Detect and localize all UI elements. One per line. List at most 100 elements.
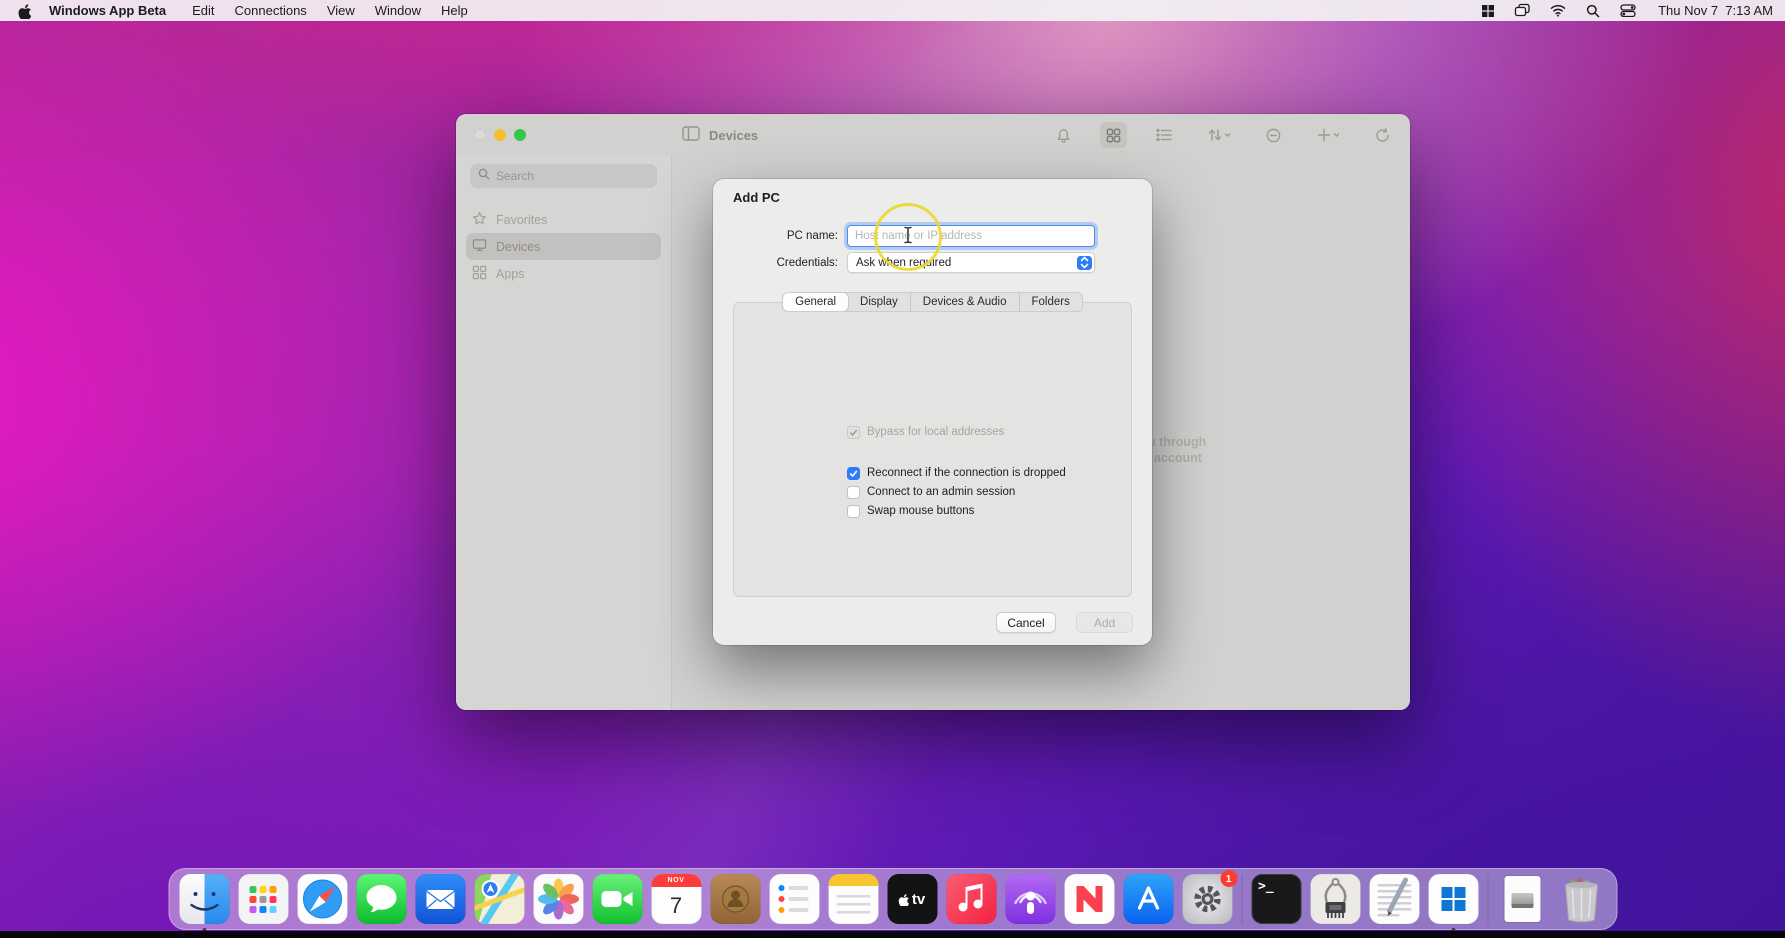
bypass-checkbox-row: Bypass for local addresses	[847, 425, 1004, 439]
swap-mouse-checkbox[interactable]	[847, 505, 860, 518]
dock-reminders-icon[interactable]	[769, 874, 819, 924]
sidebar-item-label: Apps	[496, 267, 525, 281]
dock-disk-image-file-icon[interactable]	[1497, 874, 1547, 924]
dock-trash-icon[interactable]	[1556, 874, 1606, 924]
dock-safari-icon[interactable]	[297, 874, 347, 924]
sidebar-item-label: Favorites	[496, 213, 547, 227]
dock-calendar-icon[interactable]: NOV 7	[651, 874, 701, 924]
spotlight-search-icon[interactable]	[1584, 2, 1601, 19]
terminal-prompt: >_	[1258, 879, 1274, 894]
calendar-month: NOV	[651, 874, 701, 887]
menu-view[interactable]: View	[327, 3, 355, 18]
cancel-button[interactable]: Cancel	[996, 612, 1056, 633]
dock-podcasts-icon[interactable]	[1005, 874, 1055, 924]
reconnect-checkbox-row[interactable]: Reconnect if the connection is dropped	[847, 466, 1066, 480]
zoom-button[interactable]	[514, 129, 526, 141]
dock-system-information-icon[interactable]	[1310, 874, 1360, 924]
dock: NOV 7 tv	[168, 868, 1617, 930]
admin-session-checkbox[interactable]	[847, 486, 860, 499]
sidebar-search-field[interactable]	[470, 164, 657, 188]
dock-app-store-icon[interactable]	[1123, 874, 1173, 924]
stepper-icon	[1077, 256, 1092, 270]
refresh-button[interactable]	[1369, 122, 1396, 148]
sidebar-item-devices[interactable]: Devices	[466, 233, 661, 260]
menu-connections[interactable]: Connections	[235, 3, 307, 18]
admin-session-label: Connect to an admin session	[867, 486, 1015, 498]
window-titlebar[interactable]: Devices	[456, 114, 1410, 156]
apple-menu-icon[interactable]	[18, 2, 33, 19]
reconnect-checkbox[interactable]	[847, 467, 860, 480]
tab-general[interactable]: General	[783, 293, 848, 311]
tab-display[interactable]: Display	[848, 293, 910, 311]
menu-clock[interactable]: Thu Nov 7 7:13 AM	[1658, 3, 1773, 18]
dock-maps-icon[interactable]	[474, 874, 524, 924]
sidebar: Favorites Devices Apps	[456, 156, 672, 710]
menu-bar: Windows App Beta Edit Connections View W…	[0, 0, 1785, 21]
bypass-label: Bypass for local addresses	[867, 426, 1004, 438]
dock-news-icon[interactable]	[1064, 874, 1114, 924]
dock-music-icon[interactable]	[946, 874, 996, 924]
dock-facetime-icon[interactable]	[592, 874, 642, 924]
dock-terminal-icon[interactable]: >_	[1251, 874, 1301, 924]
background-text-fragment: u through	[1148, 435, 1206, 449]
dock-system-settings-icon[interactable]: 1	[1182, 874, 1232, 924]
dock-mail-icon[interactable]	[415, 874, 465, 924]
screen-bottom-strip	[0, 931, 1785, 938]
list-view-button[interactable]	[1150, 122, 1178, 148]
swap-mouse-checkbox-row[interactable]: Swap mouse buttons	[847, 504, 974, 518]
grid-view-button[interactable]	[1100, 122, 1127, 148]
ibeam-cursor	[903, 226, 913, 249]
mission-control-icon[interactable]	[1514, 2, 1531, 19]
tab-folders[interactable]: Folders	[1019, 293, 1082, 311]
credentials-label: Credentials:	[713, 252, 838, 274]
dock-divider	[1241, 874, 1242, 924]
reconnect-label: Reconnect if the connection is dropped	[867, 467, 1066, 479]
notifications-bell-button[interactable]	[1050, 122, 1077, 148]
filter-circle-button[interactable]	[1260, 122, 1287, 148]
menu-app-name[interactable]: Windows App Beta	[49, 3, 166, 18]
minimize-button[interactable]	[494, 129, 506, 141]
star-icon	[472, 211, 487, 229]
dialog-tab-bar: General Display Devices & Audio Folders	[782, 292, 1083, 312]
sidebar-item-label: Devices	[496, 240, 540, 254]
dock-divider	[1487, 874, 1488, 924]
sidebar-item-favorites[interactable]: Favorites	[456, 206, 671, 233]
dialog-title: Add PC	[733, 190, 780, 205]
dock-finder-icon[interactable]	[179, 874, 229, 924]
wifi-icon[interactable]	[1549, 2, 1566, 19]
add-button: Add	[1076, 612, 1133, 633]
dock-textedit-icon[interactable]	[1369, 874, 1419, 924]
dock-photos-icon[interactable]	[533, 874, 583, 924]
bypass-checkbox	[847, 426, 860, 439]
search-input[interactable]	[496, 169, 626, 183]
search-icon	[478, 167, 490, 185]
tab-devices-audio[interactable]: Devices & Audio	[910, 293, 1019, 311]
window-title: Devices	[709, 128, 758, 143]
dock-contacts-icon[interactable]	[710, 874, 760, 924]
dock-notes-icon[interactable]	[828, 874, 878, 924]
menu-window[interactable]: Window	[375, 3, 421, 18]
sort-button[interactable]	[1201, 122, 1237, 148]
menu-edit[interactable]: Edit	[192, 3, 214, 18]
background-text-fragment: account	[1154, 451, 1202, 465]
add-pc-toolbar-button[interactable]	[1310, 122, 1346, 148]
windows-logo-icon[interactable]	[1479, 2, 1496, 19]
close-button[interactable]	[474, 129, 486, 141]
display-icon	[472, 238, 487, 255]
calendar-day: 7	[651, 887, 701, 924]
app-grid-icon	[472, 265, 487, 283]
admin-session-checkbox-row[interactable]: Connect to an admin session	[847, 485, 1015, 499]
general-tab-panel	[733, 302, 1132, 597]
dock-apple-tv-icon[interactable]: tv	[887, 874, 937, 924]
apple-tv-label: tv	[912, 891, 925, 908]
menu-help[interactable]: Help	[441, 3, 468, 18]
dock-windows-app-icon[interactable]	[1428, 874, 1478, 924]
control-center-icon[interactable]	[1619, 2, 1636, 19]
sidebar-item-apps[interactable]: Apps	[456, 260, 671, 287]
notification-badge: 1	[1220, 870, 1237, 887]
pc-name-label: PC name:	[713, 225, 838, 247]
dock-messages-icon[interactable]	[356, 874, 406, 924]
sidebar-toggle-icon[interactable]	[682, 126, 700, 144]
dock-launchpad-icon[interactable]	[238, 874, 288, 924]
swap-mouse-label: Swap mouse buttons	[867, 505, 974, 517]
